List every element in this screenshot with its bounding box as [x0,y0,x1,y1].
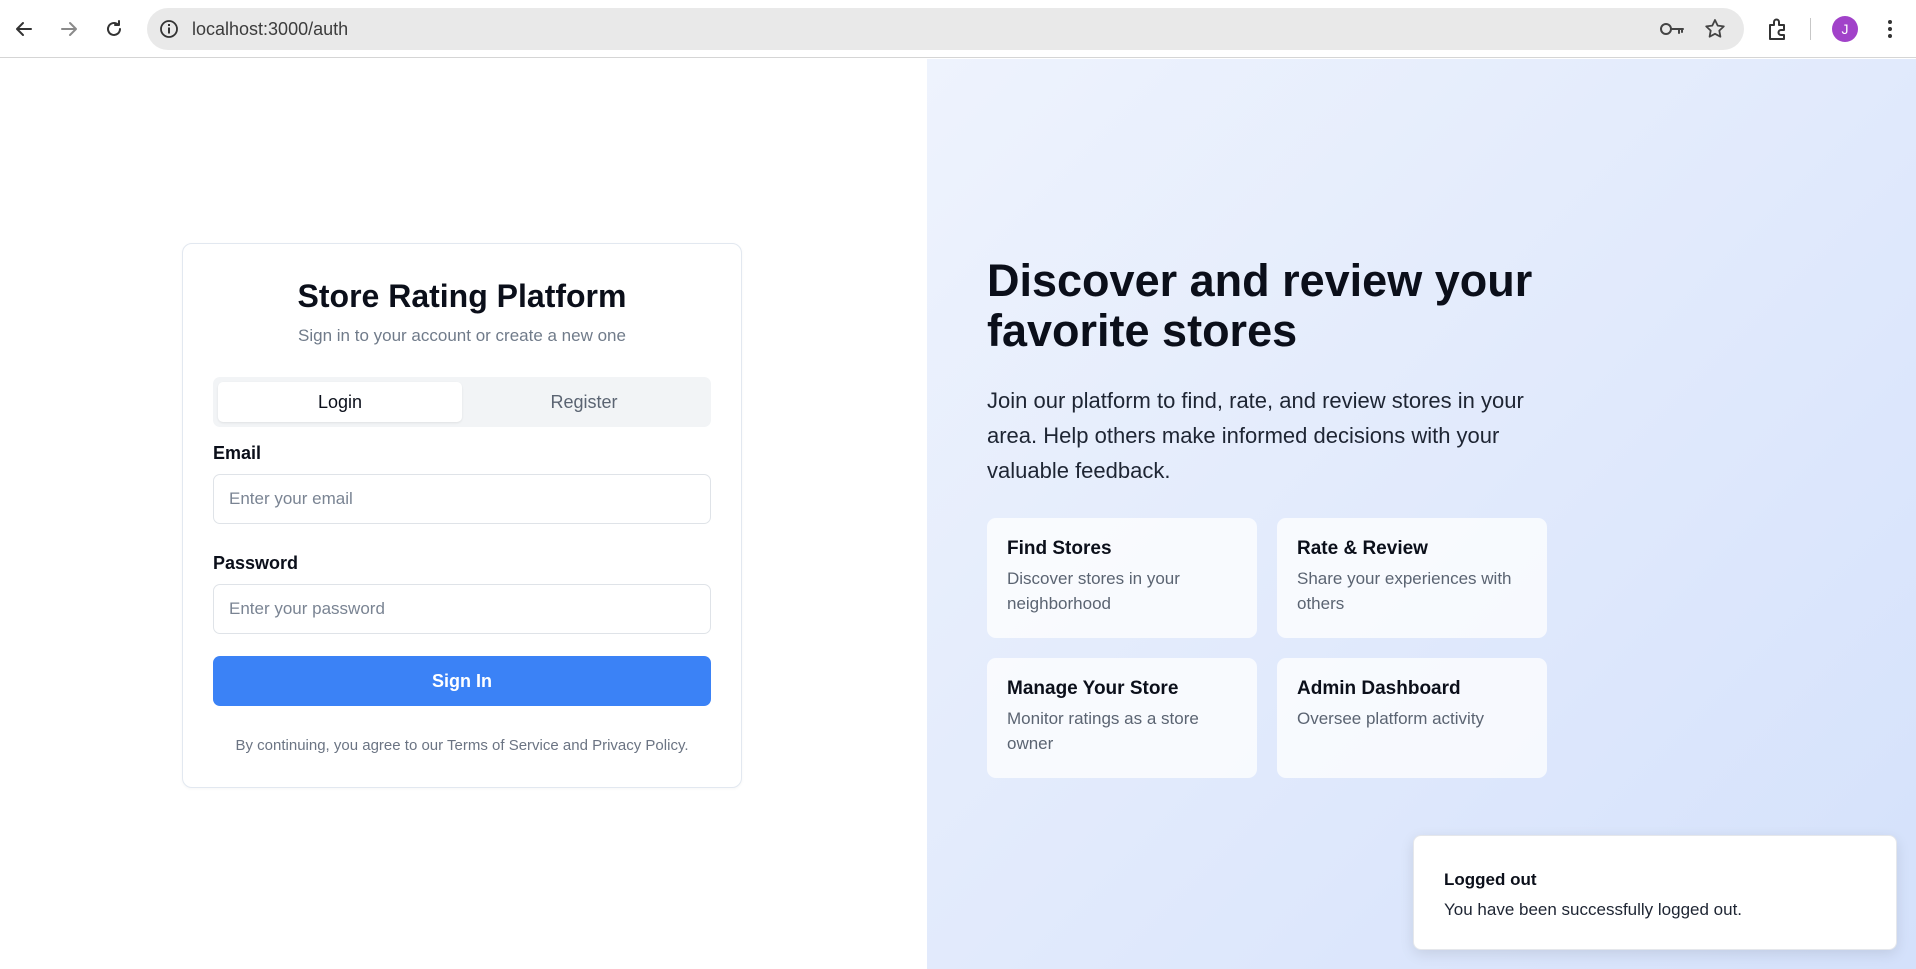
hero-headline: Discover and review your favorite stores [987,255,1533,356]
auth-tabs: Login Register [213,377,711,427]
forward-icon[interactable] [57,12,81,46]
menu-kebab-icon[interactable] [1880,16,1900,42]
password-field[interactable] [213,584,711,634]
address-bar[interactable]: localhost:3000/auth [147,8,1744,50]
back-icon[interactable] [12,12,36,46]
terms-text: By continuing, you agree to our Terms of… [235,737,689,754]
browser-toolbar: localhost:3000/auth J [0,0,1916,58]
site-info-icon[interactable] [159,19,179,39]
hero-description: Join our platform to find, rate, and rev… [987,388,1524,483]
feature-title: Rate & Review [1297,538,1428,559]
feature-description: Oversee platform activity [1297,709,1485,728]
feature-card-rate-review: Rate & Review Share your experiences wit… [1277,518,1547,638]
logout-toast[interactable]: Logged out You have been successfully lo… [1413,835,1897,950]
toast-message: You have been successfully logged out. [1444,900,1743,919]
password-key-icon[interactable] [1659,19,1685,39]
feature-description: Monitor ratings as a store owner [1007,709,1199,753]
url-text[interactable]: localhost:3000/auth [192,19,348,40]
tab-register[interactable]: Register [462,382,706,422]
hero-panel: Discover and review your favorite stores… [927,59,1916,969]
card-subtitle: Sign in to your account or create a new … [298,326,626,345]
sign-in-button[interactable]: Sign In [213,656,711,706]
feature-title: Admin Dashboard [1297,678,1461,699]
auth-card: Store Rating Platform Sign in to your ac… [182,243,742,788]
feature-card-admin-dashboard: Admin Dashboard Oversee platform activit… [1277,658,1547,778]
extensions-icon[interactable] [1765,16,1791,42]
feature-title: Manage Your Store [1007,678,1179,699]
toast-title: Logged out [1444,870,1537,889]
feature-description: Share your experiences with others [1297,569,1512,613]
card-title: Store Rating Platform [297,278,627,314]
password-label: Password [213,553,299,573]
feature-card-find-stores: Find Stores Discover stores in your neig… [987,518,1257,638]
toolbar-divider [1810,18,1811,40]
feature-card-manage-store: Manage Your Store Monitor ratings as a s… [987,658,1257,778]
email-label: Email [213,443,262,463]
feature-description: Discover stores in your neighborhood [1007,569,1180,613]
feature-title: Find Stores [1007,538,1112,559]
reload-icon[interactable] [102,12,126,46]
email-field[interactable] [213,474,711,524]
profile-avatar[interactable]: J [1832,16,1858,42]
tab-login[interactable]: Login [218,382,462,422]
bookmark-star-icon[interactable] [1704,18,1726,40]
auth-panel: Store Rating Platform Sign in to your ac… [0,59,927,969]
